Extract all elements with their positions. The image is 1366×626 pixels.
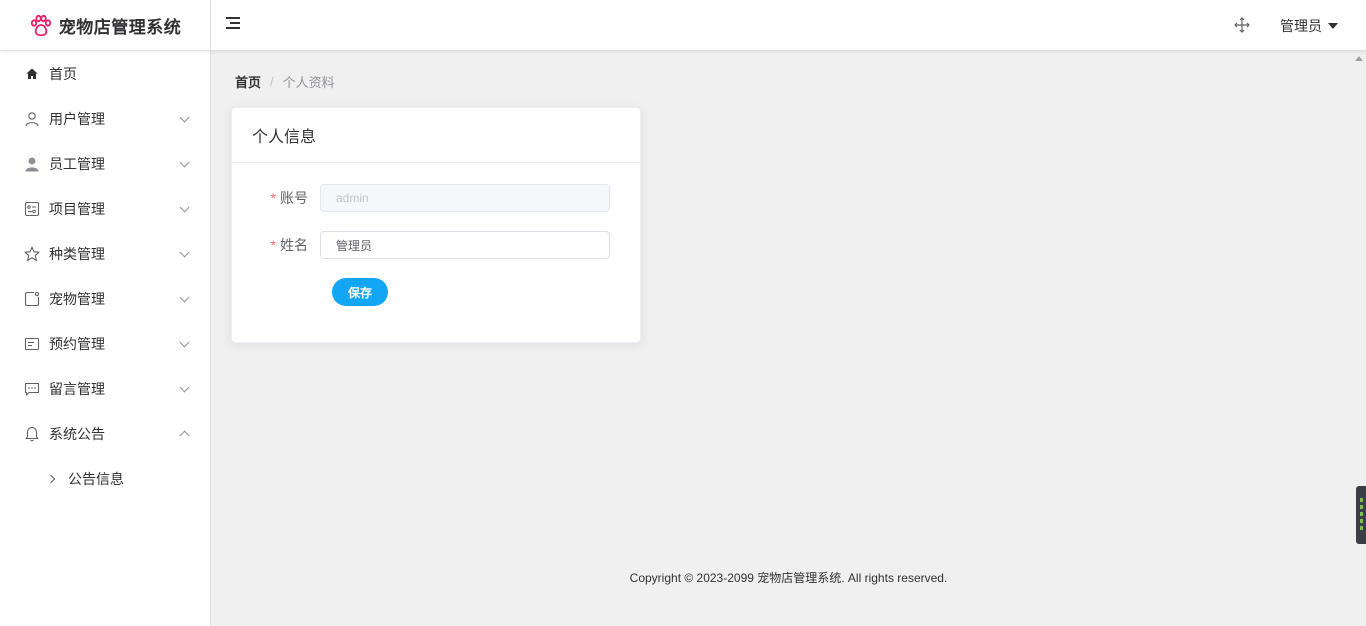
breadcrumb-current: 个人资料 <box>282 75 335 90</box>
message-icon <box>24 381 40 397</box>
sidebar-item-label: 种类管理 <box>49 245 105 262</box>
footer-copyright: Copyright © 2023-2099 宠物店管理系统. All right… <box>629 571 948 585</box>
caret-down-icon <box>1328 23 1338 29</box>
breadcrumb-home[interactable]: 首页 <box>235 72 261 91</box>
project-icon <box>24 201 40 217</box>
appointment-icon <box>24 336 40 352</box>
logo-area: 宠物店管理系统 <box>0 0 211 51</box>
name-row: * 姓名 管理员 <box>232 230 642 260</box>
sidebar-item-label: 宠物管理 <box>49 290 105 307</box>
sidebar-item-messages[interactable]: 留言管理 <box>0 366 210 411</box>
required-mark: * <box>270 190 276 206</box>
sidebar-item-users[interactable]: 用户管理 <box>0 96 210 141</box>
chevron-down-icon <box>179 157 190 168</box>
breadcrumb: 首页 / 个人资料 <box>235 72 335 91</box>
user-dropdown[interactable]: 管理员 <box>1280 16 1338 36</box>
user-icon <box>24 111 40 127</box>
account-field: admin <box>320 184 610 212</box>
app-title: 宠物店管理系统 <box>58 18 182 37</box>
bell-icon <box>24 426 40 442</box>
side-widget-icon[interactable] <box>1356 486 1366 544</box>
account-row: * 账号 admin <box>232 183 642 213</box>
sidebar-item-appointments[interactable]: 预约管理 <box>0 321 210 366</box>
chevron-down-icon <box>179 112 190 123</box>
sidebar-item-label: 留言管理 <box>49 380 105 397</box>
move-arrows-icon[interactable] <box>1234 17 1250 33</box>
chevron-up-icon <box>179 430 190 441</box>
card-title: 个人信息 <box>232 108 640 163</box>
sidebar-item-label: 用户管理 <box>49 110 105 127</box>
required-mark: * <box>270 237 276 253</box>
sidebar-item-label: 员工管理 <box>49 155 105 172</box>
name-label-text: 姓名 <box>280 237 308 253</box>
sidebar-item-categories[interactable]: 种类管理 <box>0 231 210 276</box>
sidebar-subitem-announcement-info[interactable]: 公告信息 <box>0 456 210 501</box>
chevron-down-icon <box>179 382 190 393</box>
hamburger-icon[interactable] <box>226 17 240 33</box>
home-icon <box>24 66 40 82</box>
name-field[interactable]: 管理员 <box>320 231 610 259</box>
top-bar: 宠物店管理系统 管理员 <box>0 0 1366 51</box>
pet-icon <box>24 291 40 307</box>
sidebar-item-pets[interactable]: 宠物管理 <box>0 276 210 321</box>
profile-card: 个人信息 * 账号 admin * 姓名 管理员 保存 <box>231 107 641 343</box>
sidebar: 首页 用户管理 员工管理 项目管理 种类管理 宠物管理 预约管理 留言管理 系统… <box>0 51 211 626</box>
staff-icon <box>24 156 40 172</box>
chevron-down-icon <box>179 292 190 303</box>
sidebar-item-announcements[interactable]: 系统公告 <box>0 411 210 456</box>
chevron-down-icon <box>179 337 190 348</box>
account-label: * 账号 <box>232 188 320 208</box>
sidebar-subitem-label: 公告信息 <box>68 470 124 487</box>
sidebar-item-label: 系统公告 <box>49 425 105 442</box>
sidebar-item-home[interactable]: 首页 <box>0 51 210 96</box>
sidebar-item-label: 首页 <box>49 65 77 82</box>
scroll-up-icon[interactable] <box>1355 56 1363 61</box>
chevron-right-icon <box>46 474 56 483</box>
breadcrumb-separator: / <box>270 74 274 89</box>
save-button[interactable]: 保存 <box>332 278 388 306</box>
paw-icon <box>30 14 51 36</box>
sidebar-item-staff[interactable]: 员工管理 <box>0 141 210 186</box>
account-label-text: 账号 <box>280 190 308 206</box>
user-label: 管理员 <box>1280 18 1322 34</box>
chevron-down-icon <box>179 202 190 213</box>
star-icon <box>24 246 40 262</box>
sidebar-item-label: 预约管理 <box>49 335 105 352</box>
chevron-down-icon <box>179 247 190 258</box>
sidebar-item-label: 项目管理 <box>49 200 105 217</box>
sidebar-item-projects[interactable]: 项目管理 <box>0 186 210 231</box>
name-label: * 姓名 <box>232 235 320 255</box>
